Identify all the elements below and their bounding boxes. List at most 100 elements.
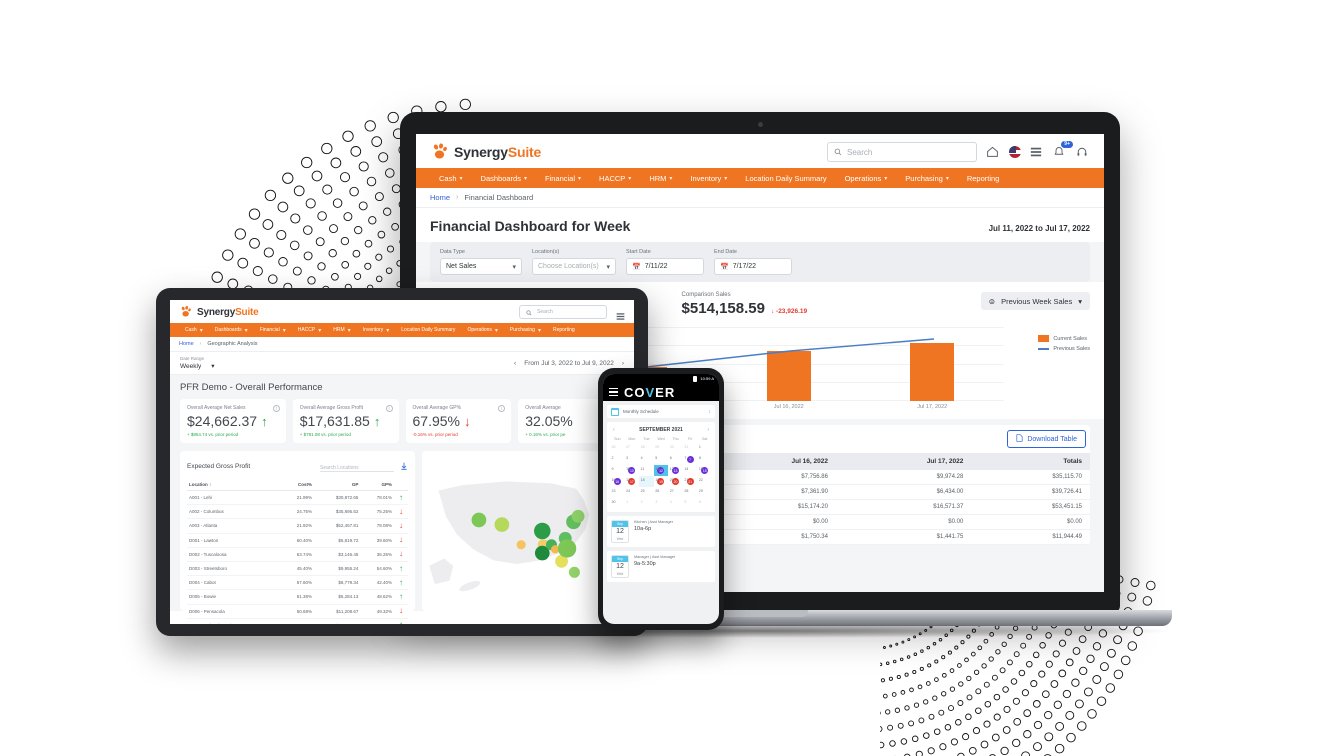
nav-item-purchasing[interactable]: Purchasing ▾: [896, 174, 958, 183]
calendar-day[interactable]: 2: [639, 498, 654, 509]
table-column-header[interactable]: Cost%: [280, 479, 315, 491]
calendar-day[interactable]: 10 10: [625, 465, 640, 476]
calendar-day[interactable]: 22: [697, 476, 712, 487]
calendar-day[interactable]: 1: [625, 498, 640, 509]
next-month-button[interactable]: ›: [707, 427, 709, 433]
brand-logo[interactable]: SynergySuite: [179, 305, 259, 319]
calendar-day[interactable]: 8: [697, 454, 712, 465]
table-column-header[interactable]: [394, 479, 408, 491]
calendar-day[interactable]: 26: [654, 487, 669, 498]
nav-item-hrm[interactable]: HRM ▾: [640, 174, 681, 183]
calendar-day[interactable]: 26: [610, 443, 625, 454]
nav-item-location-daily-summary[interactable]: Location Daily Summary: [736, 174, 835, 183]
calendar-day[interactable]: 6: [668, 454, 683, 465]
nav-item-operations[interactable]: Operations ▾: [461, 327, 503, 334]
calendar-day[interactable]: 6: [697, 498, 712, 509]
home-icon[interactable]: [986, 145, 1000, 159]
calendar-day[interactable]: 20 20: [668, 476, 683, 487]
nav-item-location-daily-summary[interactable]: Location Daily Summary: [395, 327, 461, 333]
next-period-button[interactable]: ›: [622, 360, 624, 367]
calendar-day[interactable]: 24: [625, 487, 640, 498]
data-type-select[interactable]: Net Sales ▾: [440, 258, 522, 275]
nav-item-dashboards[interactable]: Dashboards ▾: [472, 174, 536, 183]
hamburger-menu-icon[interactable]: [609, 387, 618, 397]
calendar-day[interactable]: 17 17: [625, 476, 640, 487]
download-icon[interactable]: [400, 457, 408, 475]
calendar-day[interactable]: 28: [683, 487, 698, 498]
headset-support-icon[interactable]: [1076, 145, 1090, 159]
notifications-bell-icon[interactable]: 9+: [1053, 141, 1073, 159]
calendar-day[interactable]: 4: [668, 498, 683, 509]
table-column-header[interactable]: GP: [314, 479, 361, 491]
schedule-view-select[interactable]: Monthly Schedule ↕: [607, 405, 715, 418]
search-input[interactable]: Search: [519, 305, 607, 319]
calendar-day[interactable]: 13 13: [668, 465, 683, 476]
calendar-day[interactable]: 12 12: [653, 465, 669, 476]
calendar-day[interactable]: 30: [610, 498, 625, 509]
grid-apps-icon[interactable]: [1030, 145, 1044, 159]
calendar-day[interactable]: 21 21: [683, 476, 698, 487]
nav-item-cash[interactable]: Cash ▾: [179, 327, 209, 334]
calendar-day[interactable]: 30: [668, 443, 683, 454]
calendar-day[interactable]: 29: [654, 443, 669, 454]
prev-month-button[interactable]: ‹: [613, 427, 615, 433]
download-table-button[interactable]: Download Table: [1007, 430, 1086, 448]
calendar-day[interactable]: 27: [668, 487, 683, 498]
nav-item-hrm[interactable]: HRM ▾: [327, 327, 356, 334]
nav-item-haccp[interactable]: HACCP ▾: [590, 174, 640, 183]
calendar-day[interactable]: 16 16: [610, 476, 625, 487]
location-search-input[interactable]: Search Locations: [320, 461, 394, 472]
calendar-day[interactable]: 29: [697, 487, 712, 498]
nav-item-inventory[interactable]: Inventory ▾: [357, 327, 396, 334]
us-map-bubble-chart[interactable]: [422, 451, 624, 611]
nav-item-financial[interactable]: Financial ▾: [536, 174, 590, 183]
calendar-day[interactable]: 11: [639, 465, 654, 476]
end-date-input[interactable]: 📅 7/17/22: [714, 258, 792, 275]
nav-item-operations[interactable]: Operations ▾: [836, 174, 897, 183]
brand-logo[interactable]: SynergySuite: [430, 142, 541, 162]
calendar-day[interactable]: 5: [683, 498, 698, 509]
calendar-day[interactable]: 18: [639, 476, 654, 487]
nav-item-inventory[interactable]: Inventory ▾: [681, 174, 736, 183]
calendar-day[interactable]: 14: [683, 465, 698, 476]
date-range-select[interactable]: Date Range Weekly ▾: [180, 356, 214, 370]
calendar-day[interactable]: 25: [639, 487, 654, 498]
table-column-header[interactable]: Location ↑: [187, 479, 281, 491]
calendar-day[interactable]: 3: [625, 454, 640, 465]
calendar-day[interactable]: 3: [654, 498, 669, 509]
calendar-day[interactable]: 23: [610, 487, 625, 498]
search-input[interactable]: Search: [827, 142, 977, 162]
prev-period-button[interactable]: ‹: [514, 360, 516, 367]
nav-item-financial[interactable]: Financial ▾: [254, 327, 292, 334]
breadcrumb-home[interactable]: Home: [179, 341, 194, 347]
calendar-day[interactable]: 2: [610, 454, 625, 465]
locations-select[interactable]: Choose Location(s) ▾: [532, 258, 616, 275]
us-flag-icon[interactable]: [1009, 146, 1021, 158]
calendar-day[interactable]: 1: [697, 443, 712, 454]
calendar-day[interactable]: 27: [625, 443, 640, 454]
calendar-day[interactable]: 19 19: [654, 476, 669, 487]
breadcrumb-home[interactable]: Home: [430, 193, 450, 202]
shift-list-item[interactable]: Sep 12 Wed Manager | Asst Manager 9a-5:30p: [607, 551, 715, 582]
table-column-header[interactable]: GP%: [360, 479, 394, 491]
calendar-day[interactable]: 77: [683, 454, 698, 465]
start-date-input[interactable]: 📅 7/11/22: [626, 258, 704, 275]
calendar-day[interactable]: 15 15: [697, 465, 712, 476]
info-icon[interactable]: i: [272, 405, 280, 412]
grid-apps-icon[interactable]: [616, 308, 625, 320]
calendar-day[interactable]: 5: [654, 454, 669, 465]
info-icon[interactable]: i: [385, 405, 393, 412]
nav-item-purchasing[interactable]: Purchasing ▾: [504, 327, 547, 334]
nav-item-reporting[interactable]: Reporting: [958, 174, 1009, 183]
nav-item-haccp[interactable]: HACCP ▾: [292, 327, 328, 334]
period-selector[interactable]: ⊜ Previous Week Sales ▾: [980, 292, 1090, 310]
shift-list-item[interactable]: Sep 12 Wed Kitchen | Asst Manager 10a-6p: [607, 516, 715, 547]
nav-item-cash[interactable]: Cash ▾: [430, 174, 472, 183]
nav-item-dashboards[interactable]: Dashboards ▾: [209, 327, 254, 334]
table-cell: D006 - Pensacola: [187, 604, 281, 619]
calendar-day[interactable]: 31: [683, 443, 698, 454]
calendar-day[interactable]: 9: [610, 465, 625, 476]
calendar-day[interactable]: 28: [639, 443, 654, 454]
calendar-day[interactable]: 4: [639, 454, 654, 465]
nav-item-reporting[interactable]: Reporting: [547, 327, 581, 333]
